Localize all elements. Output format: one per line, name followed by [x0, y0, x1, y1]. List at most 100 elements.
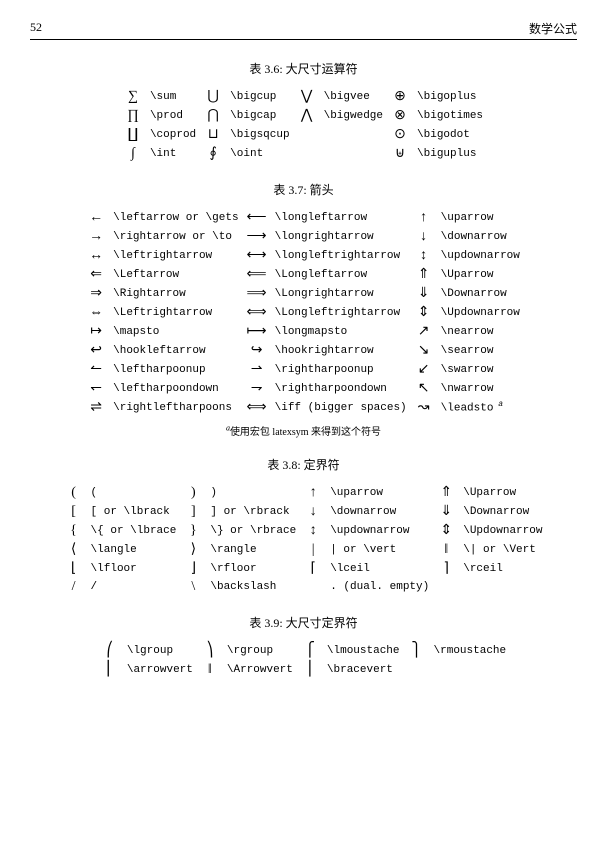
command-cell: \nearrow	[437, 322, 524, 341]
table-row: ⌊\lfloor⌋\rfloor⌈\lceil⌉\rceil	[61, 559, 547, 578]
table-3-6-caption: 表 3.6: 大尺寸运算符	[30, 60, 577, 77]
command-cell: \| or \Vert	[459, 540, 546, 559]
symbol-cell: ⋂	[200, 106, 226, 125]
command-cell	[430, 660, 511, 679]
symbol-cell: ↩	[83, 341, 109, 360]
symbol-cell: ⟺	[243, 398, 271, 417]
symbol-cell: ⎞	[197, 641, 223, 660]
command-cell: \lgroup	[123, 641, 197, 660]
command-cell: \rightharpoonup	[271, 360, 411, 379]
command-cell: \Leftarrow	[109, 265, 242, 284]
symbol-cell: ⇔	[83, 303, 109, 322]
symbol-cell: ⋁	[294, 87, 320, 106]
symbol-cell: ↓	[411, 227, 437, 246]
command-cell: | or \vert	[326, 540, 433, 559]
table-3-7-footnote: a使用宏包 latexsym 来得到这个符号	[30, 423, 577, 438]
symbol-cell: ‖	[197, 660, 223, 679]
command-cell: \leadsto a	[437, 398, 524, 417]
symbol-cell	[300, 578, 326, 596]
table-row: ↩\hookleftarrow↪\hookrightarrow↘\searrow	[83, 341, 524, 360]
command-cell: \leftharpoondown	[109, 379, 242, 398]
symbol-cell: ‖	[433, 540, 459, 559]
command-cell: \lfloor	[87, 559, 181, 578]
symbol-cell: ↖	[411, 379, 437, 398]
symbol-cell: ⇓	[433, 502, 459, 521]
table-row: ←\leftarrow or \gets⟵\longleftarrow↑\upa…	[83, 208, 524, 227]
symbol-cell: }	[180, 521, 206, 540]
symbol-cell: →	[83, 227, 109, 246]
command-cell: \leftarrow or \gets	[109, 208, 242, 227]
command-cell: \updownarrow	[437, 246, 524, 265]
command-cell: \Updownarrow	[437, 303, 524, 322]
symbol-cell: |	[300, 540, 326, 559]
command-cell: \uparrow	[326, 483, 433, 502]
symbol-cell: ⌈	[300, 559, 326, 578]
command-cell: )	[206, 483, 300, 502]
command-cell: \rightleftharpoons	[109, 398, 242, 417]
symbol-cell: ∏	[120, 106, 146, 125]
command-cell: \backslash	[206, 578, 300, 596]
symbol-cell: (	[61, 483, 87, 502]
command-cell: \Leftrightarrow	[109, 303, 242, 322]
symbol-cell: ↝	[411, 398, 437, 417]
table-row: ↼\leftharpoonup⇀\rightharpoonup↙\swarrow	[83, 360, 524, 379]
command-cell: \bigvee	[320, 87, 387, 106]
header-title: 数学公式	[529, 20, 577, 37]
symbol-cell	[294, 144, 320, 163]
command-cell: \rightarrow or \to	[109, 227, 242, 246]
symbol-cell: ]	[180, 502, 206, 521]
command-cell: \hookrightarrow	[271, 341, 411, 360]
symbol-cell: ↑	[411, 208, 437, 227]
command-cell: \Rightarrow	[109, 284, 242, 303]
command-cell: ] or \rbrack	[206, 502, 300, 521]
symbol-cell: ⌊	[61, 559, 87, 578]
command-cell: . (dual. empty)	[326, 578, 433, 596]
symbol-cell: ⟵	[243, 208, 271, 227]
table-row: ⇔\Leftrightarrow⟺\Longleftrightarrow⇕\Up…	[83, 303, 524, 322]
table-row: ↽\leftharpoondown⇁\rightharpoondown↖\nwa…	[83, 379, 524, 398]
symbol-cell: ⟷	[243, 246, 271, 265]
command-cell: \mapsto	[109, 322, 242, 341]
command-cell: \rfloor	[206, 559, 300, 578]
table-row: →\rightarrow or \to⟶\longrightarrow↓\dow…	[83, 227, 524, 246]
command-cell: \biguplus	[413, 144, 487, 163]
symbol-cell: ⟸	[243, 265, 271, 284]
symbol-cell: ⟶	[243, 227, 271, 246]
command-cell: \} or \rbrace	[206, 521, 300, 540]
command-cell: \bigsqcup	[226, 125, 293, 144]
command-cell: \iff (bigger spaces)	[271, 398, 411, 417]
symbol-cell: ⊔	[200, 125, 226, 144]
table-row: ⇌\rightleftharpoons⟺\iff (bigger spaces)…	[83, 398, 524, 417]
command-cell: \longrightarrow	[271, 227, 411, 246]
command-cell: \bigoplus	[413, 87, 487, 106]
symbol-cell: ⇒	[83, 284, 109, 303]
command-cell: \Updownarrow	[459, 521, 546, 540]
command-cell: \Downarrow	[437, 284, 524, 303]
symbol-cell: ⎧	[297, 641, 323, 660]
command-cell: \bigwedge	[320, 106, 387, 125]
command-cell: \longmapsto	[271, 322, 411, 341]
symbol-cell: ∐	[120, 125, 146, 144]
symbol-cell: ⎪	[297, 660, 323, 679]
symbol-cell: ⇌	[83, 398, 109, 417]
symbol-cell: ⇀	[243, 360, 271, 379]
table-row: (())↑\uparrow⇑\Uparrow	[61, 483, 547, 502]
command-cell	[320, 144, 387, 163]
command-cell: \bigotimes	[413, 106, 487, 125]
symbol-cell: ↪	[243, 341, 271, 360]
command-cell: \downarrow	[437, 227, 524, 246]
symbol-cell: /	[61, 578, 87, 596]
command-cell: \bigodot	[413, 125, 487, 144]
command-cell: \bigcup	[226, 87, 293, 106]
command-cell	[459, 578, 546, 596]
command-cell: \rceil	[459, 559, 546, 578]
table-row: {\{ or \lbrace}\} or \rbrace↕\updownarro…	[61, 521, 547, 540]
symbol-cell: ↦	[83, 322, 109, 341]
command-cell: \rangle	[206, 540, 300, 559]
command-cell: \updownarrow	[326, 521, 433, 540]
command-cell: \leftrightarrow	[109, 246, 242, 265]
command-cell: \Longleftrightarrow	[271, 303, 411, 322]
symbol-cell: ⊎	[387, 144, 413, 163]
table-row: //\\backslash. (dual. empty)	[61, 578, 547, 596]
command-cell: \{ or \lbrace	[87, 521, 181, 540]
